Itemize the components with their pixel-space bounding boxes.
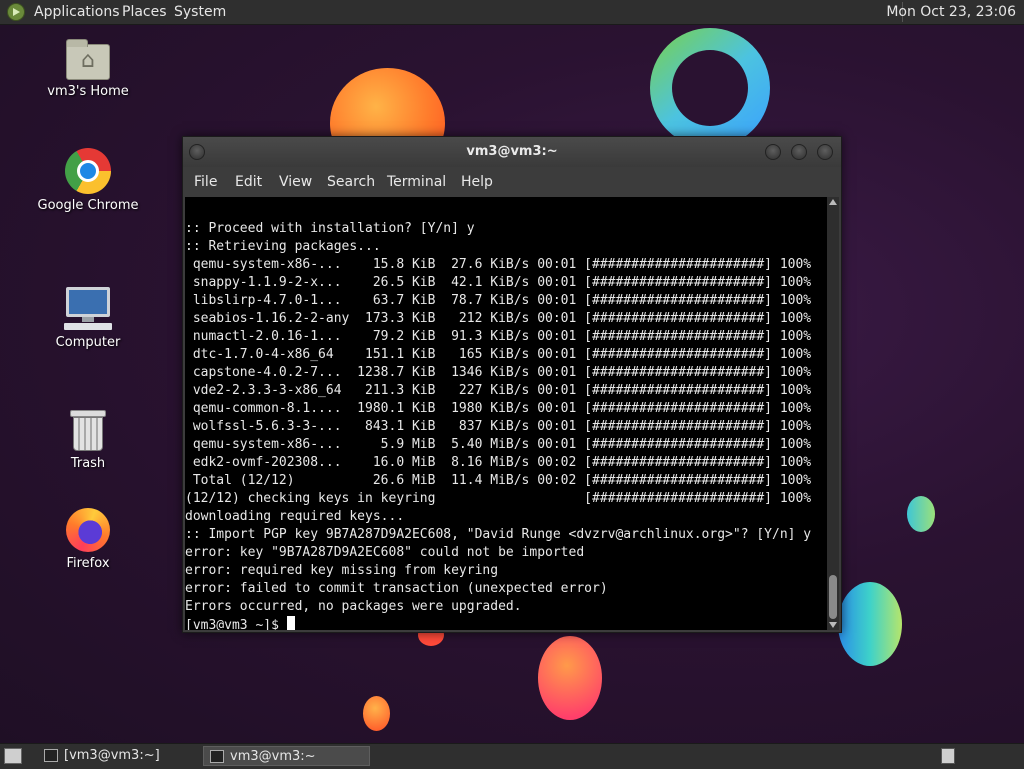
firefox-icon <box>66 508 110 552</box>
show-desktop-icon[interactable] <box>4 748 22 764</box>
title-bar[interactable]: vm3@vm3:~ <box>183 137 841 167</box>
menu-system[interactable]: System <box>174 4 226 20</box>
terminal-line: Errors occurred, no packages were upgrad… <box>185 599 522 614</box>
scroll-down-icon[interactable] <box>829 622 837 628</box>
menu-bar: File Edit View Search Terminal Help <box>183 167 841 197</box>
shell-prompt: [vm3@vm3 ~]$ <box>185 618 287 630</box>
decor-blue-blob <box>838 582 902 666</box>
terminal-line: snappy-1.1.9-2-x... 26.5 KiB 42.1 KiB/s … <box>192 275 812 290</box>
taskbar-item-terminal-active[interactable]: vm3@vm3:~ <box>203 746 370 766</box>
terminal-line: qemu-common-8.1.... 1980.1 KiB 1980 KiB/… <box>192 401 812 416</box>
terminal-line: :: Import PGP key 9B7A287D9A2EC608, "Dav… <box>185 527 812 542</box>
terminal-line: error: required key missing from keyring <box>185 563 499 578</box>
workspace-switcher[interactable] <box>941 748 955 764</box>
terminal-line: qemu-system-x86-... 15.8 KiB 27.6 KiB/s … <box>192 257 812 272</box>
trash-icon <box>70 410 106 452</box>
terminal-line: numactl-2.0.16-1... 79.2 KiB 91.3 KiB/s … <box>192 329 812 344</box>
text-cursor <box>286 616 295 630</box>
desktop-icon-trash[interactable]: Trash <box>28 410 148 471</box>
computer-icon <box>64 287 112 331</box>
taskbar-item-label: [vm3@vm3:~] <box>64 748 160 763</box>
clock[interactable]: Mon Oct 23, 23:06 <box>886 4 1016 20</box>
window-title: vm3@vm3:~ <box>466 144 558 159</box>
desktop-icon-label: Google Chrome <box>37 198 139 213</box>
desktop-icon-computer[interactable]: Computer <box>28 287 148 350</box>
desktop-icon-firefox[interactable]: Firefox <box>28 508 148 571</box>
menu-places[interactable]: Places <box>122 4 167 20</box>
desktop-icon-label: vm3's Home <box>47 84 129 99</box>
maximize-button[interactable] <box>791 144 807 160</box>
terminal-output[interactable]: :: Proceed with installation? [Y/n] y ::… <box>185 197 827 630</box>
terminal-line: edk2-ovmf-202308... 16.0 MiB 8.16 MiB/s … <box>192 455 812 470</box>
terminal-icon <box>44 749 58 762</box>
terminal-line: vde2-2.3.3-3-x86_64 211.3 KiB 227 KiB/s … <box>192 383 812 398</box>
decor-small-blob <box>907 496 935 532</box>
home-folder-icon <box>66 39 110 80</box>
scroll-up-icon[interactable] <box>829 199 837 205</box>
top-panel: Applications Places System Mon Oct 23, 2… <box>0 0 1024 25</box>
terminal-line: qemu-system-x86-... 5.9 MiB 5.40 MiB/s 0… <box>192 437 812 452</box>
menu-terminal[interactable]: Terminal <box>387 174 446 190</box>
chrome-icon <box>65 148 111 194</box>
terminal-line: dtc-1.7.0-4-x86_64 151.1 KiB 165 KiB/s 0… <box>192 347 812 362</box>
menu-applications[interactable]: Applications <box>34 4 120 20</box>
close-button[interactable] <box>817 144 833 160</box>
menu-edit[interactable]: Edit <box>235 174 262 190</box>
decor-ring <box>650 28 770 148</box>
terminal-line: :: Proceed with installation? [Y/n] y <box>185 221 475 236</box>
terminal-line: :: Retrieving packages... <box>185 239 381 254</box>
desktop-icon-label: Firefox <box>66 556 110 571</box>
mate-logo-icon[interactable] <box>7 3 25 21</box>
taskbar-item-terminal[interactable]: [vm3@vm3:~] <box>38 746 198 766</box>
desktop-icon-home[interactable]: vm3's Home <box>28 38 148 99</box>
terminal-line: Total (12/12) 26.6 MiB 11.4 MiB/s 00:02 … <box>192 473 812 488</box>
minimize-button[interactable] <box>765 144 781 160</box>
terminal-window: vm3@vm3:~ File Edit View Search Terminal… <box>182 136 842 633</box>
desktop-icon-chrome[interactable]: Google Chrome <box>28 148 148 213</box>
menu-file[interactable]: File <box>194 174 217 190</box>
bottom-panel: [vm3@vm3:~] vm3@vm3:~ <box>0 743 1024 769</box>
vertical-scrollbar[interactable] <box>827 197 839 630</box>
desktop-icon-label: Trash <box>70 456 106 471</box>
scroll-thumb[interactable] <box>829 575 837 619</box>
decor-orange-blob-mid <box>538 636 602 720</box>
terminal-line: capstone-4.0.2-7... 1238.7 KiB 1346 KiB/… <box>192 365 812 380</box>
menu-view[interactable]: View <box>279 174 312 190</box>
terminal-line: error: key "9B7A287D9A2EC608" could not … <box>185 545 585 560</box>
menu-search[interactable]: Search <box>327 174 375 190</box>
taskbar-item-label: vm3@vm3:~ <box>230 749 316 764</box>
menu-help[interactable]: Help <box>461 174 493 190</box>
terminal-text: :: Proceed with installation? [Y/n] y ::… <box>185 220 811 630</box>
terminal-line: seabios-1.16.2-2-any 173.3 KiB 212 KiB/s… <box>192 311 812 326</box>
decor-orange-blob-small <box>363 696 390 731</box>
terminal-line: (12/12) checking keys in keyring [######… <box>185 491 812 506</box>
terminal-line: libslirp-4.7.0-1... 63.7 KiB 78.7 KiB/s … <box>192 293 812 308</box>
desktop-icon-label: Computer <box>55 335 121 350</box>
terminal-icon <box>210 750 224 763</box>
terminal-line: error: failed to commit transaction (une… <box>185 581 608 596</box>
terminal-line: wolfssl-5.6.3-3-... 843.1 KiB 837 KiB/s … <box>192 419 812 434</box>
terminal-line: downloading required keys... <box>185 509 405 524</box>
